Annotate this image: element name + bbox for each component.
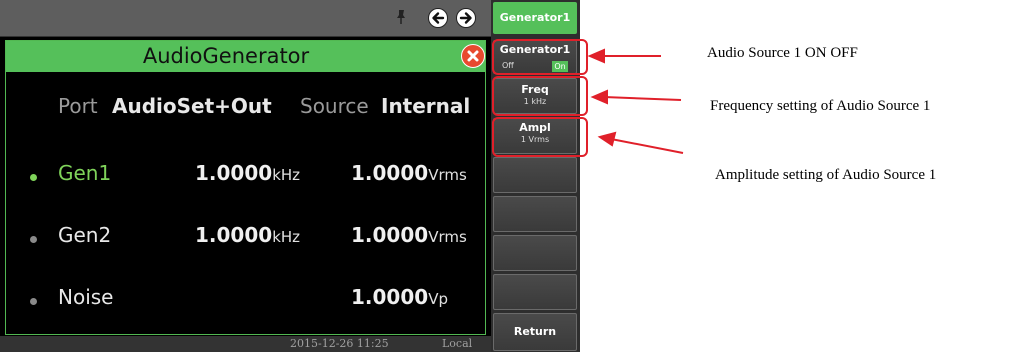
annotation-ampl-setting: Amplitude setting of Audio Source 1 [715,167,937,183]
annotation-freq-setting: Frequency setting of Audio Source 1 [710,98,931,114]
annotation-source-on-off: Audio Source 1 ON OFF [707,45,858,61]
